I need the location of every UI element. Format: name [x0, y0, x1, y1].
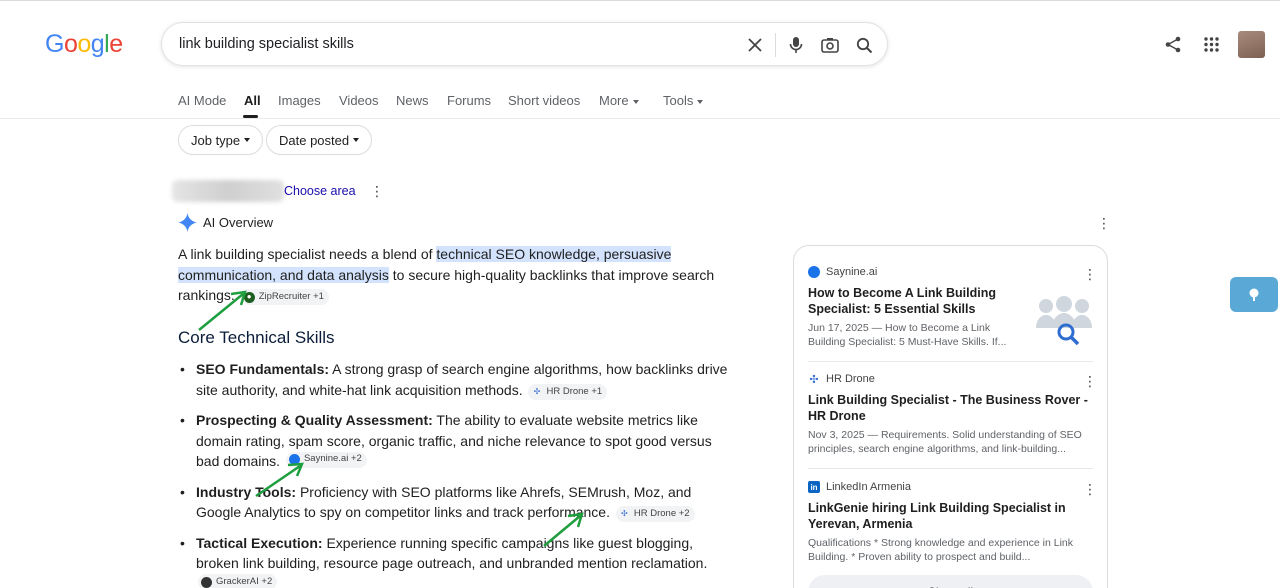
source-chip-hr-drone[interactable]: ✣ HR Drone +1	[528, 383, 608, 400]
people-search-image	[1036, 296, 1092, 346]
blurred-location	[172, 180, 284, 202]
list-item: SEO Fundamentals: A strong grasp of sear…	[178, 359, 738, 400]
source-title: How to Become A Link Building Specialist…	[808, 286, 996, 316]
ai-overview-header: AI Overview	[178, 213, 273, 232]
grackerai-icon	[201, 576, 212, 588]
apps-grid-icon[interactable]	[1201, 34, 1221, 54]
chevron-down-icon	[632, 99, 639, 104]
source-site: Saynine.ai	[808, 266, 1023, 278]
job-type-filter[interactable]: Job type	[178, 125, 264, 155]
source-snippet: Qualifications * Strong knowledge and ex…	[808, 537, 1073, 563]
bullet-term: Tactical Execution:	[196, 534, 323, 551]
date-posted-filter[interactable]: Date posted	[266, 125, 373, 155]
chevron-down-icon	[697, 99, 704, 104]
search-box[interactable]: link building specialist skills	[161, 22, 888, 66]
clear-icon[interactable]	[745, 35, 765, 55]
annotation-arrow-icon	[543, 512, 584, 547]
source-result-1[interactable]: Saynine.ai How to Become A Link Building…	[808, 266, 1023, 349]
tab-images[interactable]: Images	[278, 93, 321, 108]
source-site-name: LinkedIn Armenia	[826, 481, 911, 493]
saynine-icon	[808, 266, 820, 278]
list-item: Tactical Execution: Experience running s…	[178, 533, 738, 588]
result-menu-icon[interactable]: ⋮	[1083, 374, 1097, 388]
tab-more[interactable]: More	[599, 93, 639, 108]
source-snippet: Jun 17, 2025 — How to Become a Link Buil…	[808, 322, 1007, 348]
choose-area-link[interactable]: Choose area	[284, 184, 356, 198]
source-chip-hr-drone[interactable]: ✣ HR Drone +2	[615, 506, 695, 523]
source-site-name: Saynine.ai	[826, 266, 878, 278]
tab-all[interactable]: All	[244, 93, 261, 108]
tab-videos[interactable]: Videos	[339, 93, 379, 108]
tab-short-videos[interactable]: Short videos	[508, 93, 580, 108]
linkedin-icon: in	[808, 481, 820, 493]
job-type-label: Job type	[191, 132, 241, 148]
source-chip-grackerai[interactable]: GrackerAI +2	[198, 574, 278, 588]
tab-more-label: More	[599, 93, 629, 108]
source-snippet: Nov 3, 2025 — Requirements. Solid unders…	[808, 429, 1082, 455]
source-site: in LinkedIn Armenia	[808, 481, 1093, 493]
bullet-term: SEO Fundamentals:	[196, 361, 330, 377]
share-icon[interactable]	[1163, 34, 1183, 54]
chevron-down-icon	[244, 138, 251, 142]
source-title: LinkGenie hiring Link Building Specialis…	[808, 501, 1066, 531]
tab-tools[interactable]: Tools	[663, 93, 704, 108]
result-menu-icon[interactable]: ⋮	[1083, 267, 1097, 281]
tab-news[interactable]: News	[396, 93, 429, 108]
source-site-name: HR Drone	[826, 373, 875, 385]
ai-overview-menu-icon[interactable]: ⋮	[1097, 216, 1111, 230]
microphone-icon[interactable]	[786, 35, 806, 55]
floating-side-button[interactable]	[1230, 277, 1278, 312]
source-chip-label: Saynine.ai +2	[303, 453, 362, 465]
annotation-arrow-icon	[198, 290, 247, 331]
tab-tools-label: Tools	[663, 93, 694, 108]
hr-drone-icon: ✣	[533, 386, 541, 396]
source-chip-label: ZipRecruiter +1	[258, 291, 324, 302]
hr-drone-icon: ✣	[621, 509, 628, 518]
pin-icon	[1249, 288, 1259, 301]
annotation-arrow-icon	[255, 462, 304, 498]
chevron-down-icon	[353, 138, 360, 142]
lens-camera-icon[interactable]	[820, 35, 840, 55]
source-title: Link Building Specialist - The Business …	[808, 393, 1088, 423]
tab-forums[interactable]: Forums	[447, 93, 491, 108]
sources-card: Saynine.ai How to Become A Link Building…	[793, 245, 1108, 588]
show-all-button[interactable]: Show all	[808, 575, 1093, 588]
date-posted-label: Date posted	[279, 132, 350, 148]
source-result-3[interactable]: in LinkedIn Armenia LinkGenie hiring Link…	[808, 481, 1093, 564]
source-chip-label: HR Drone +1	[546, 385, 603, 397]
google-logo[interactable]: Google	[45, 30, 123, 59]
hr-drone-icon: ✣	[809, 373, 819, 386]
ai-overview-intro: A link building specialist needs a blend…	[178, 244, 738, 306]
intro-text-before: A link building specialist needs a blend…	[178, 246, 437, 262]
bullet-term: Prospecting & Quality Assessment:	[196, 412, 433, 428]
tabs-divider	[0, 118, 1280, 119]
result-menu-icon[interactable]: ⋮	[1083, 482, 1097, 496]
tab-ai-mode[interactable]: AI Mode	[178, 93, 226, 108]
search-icon[interactable]	[854, 35, 874, 55]
search-divider	[775, 33, 776, 57]
avatar[interactable]	[1238, 31, 1265, 58]
source-chip-label: HR Drone +2	[633, 508, 690, 519]
gemini-sparkle-icon	[178, 213, 197, 232]
source-result-2[interactable]: ✣ HR Drone Link Building Specialist - The…	[808, 373, 1093, 456]
ai-overview-label: AI Overview	[203, 215, 274, 230]
search-input[interactable]: link building specialist skills	[179, 36, 354, 52]
card-divider	[808, 361, 1093, 362]
source-chip-label: GrackerAI +2	[216, 575, 273, 587]
source-site: ✣ HR Drone	[808, 373, 1093, 386]
top-border	[0, 0, 1280, 1]
card-divider	[808, 468, 1093, 469]
more-options-icon[interactable]: ⋮	[370, 184, 384, 198]
